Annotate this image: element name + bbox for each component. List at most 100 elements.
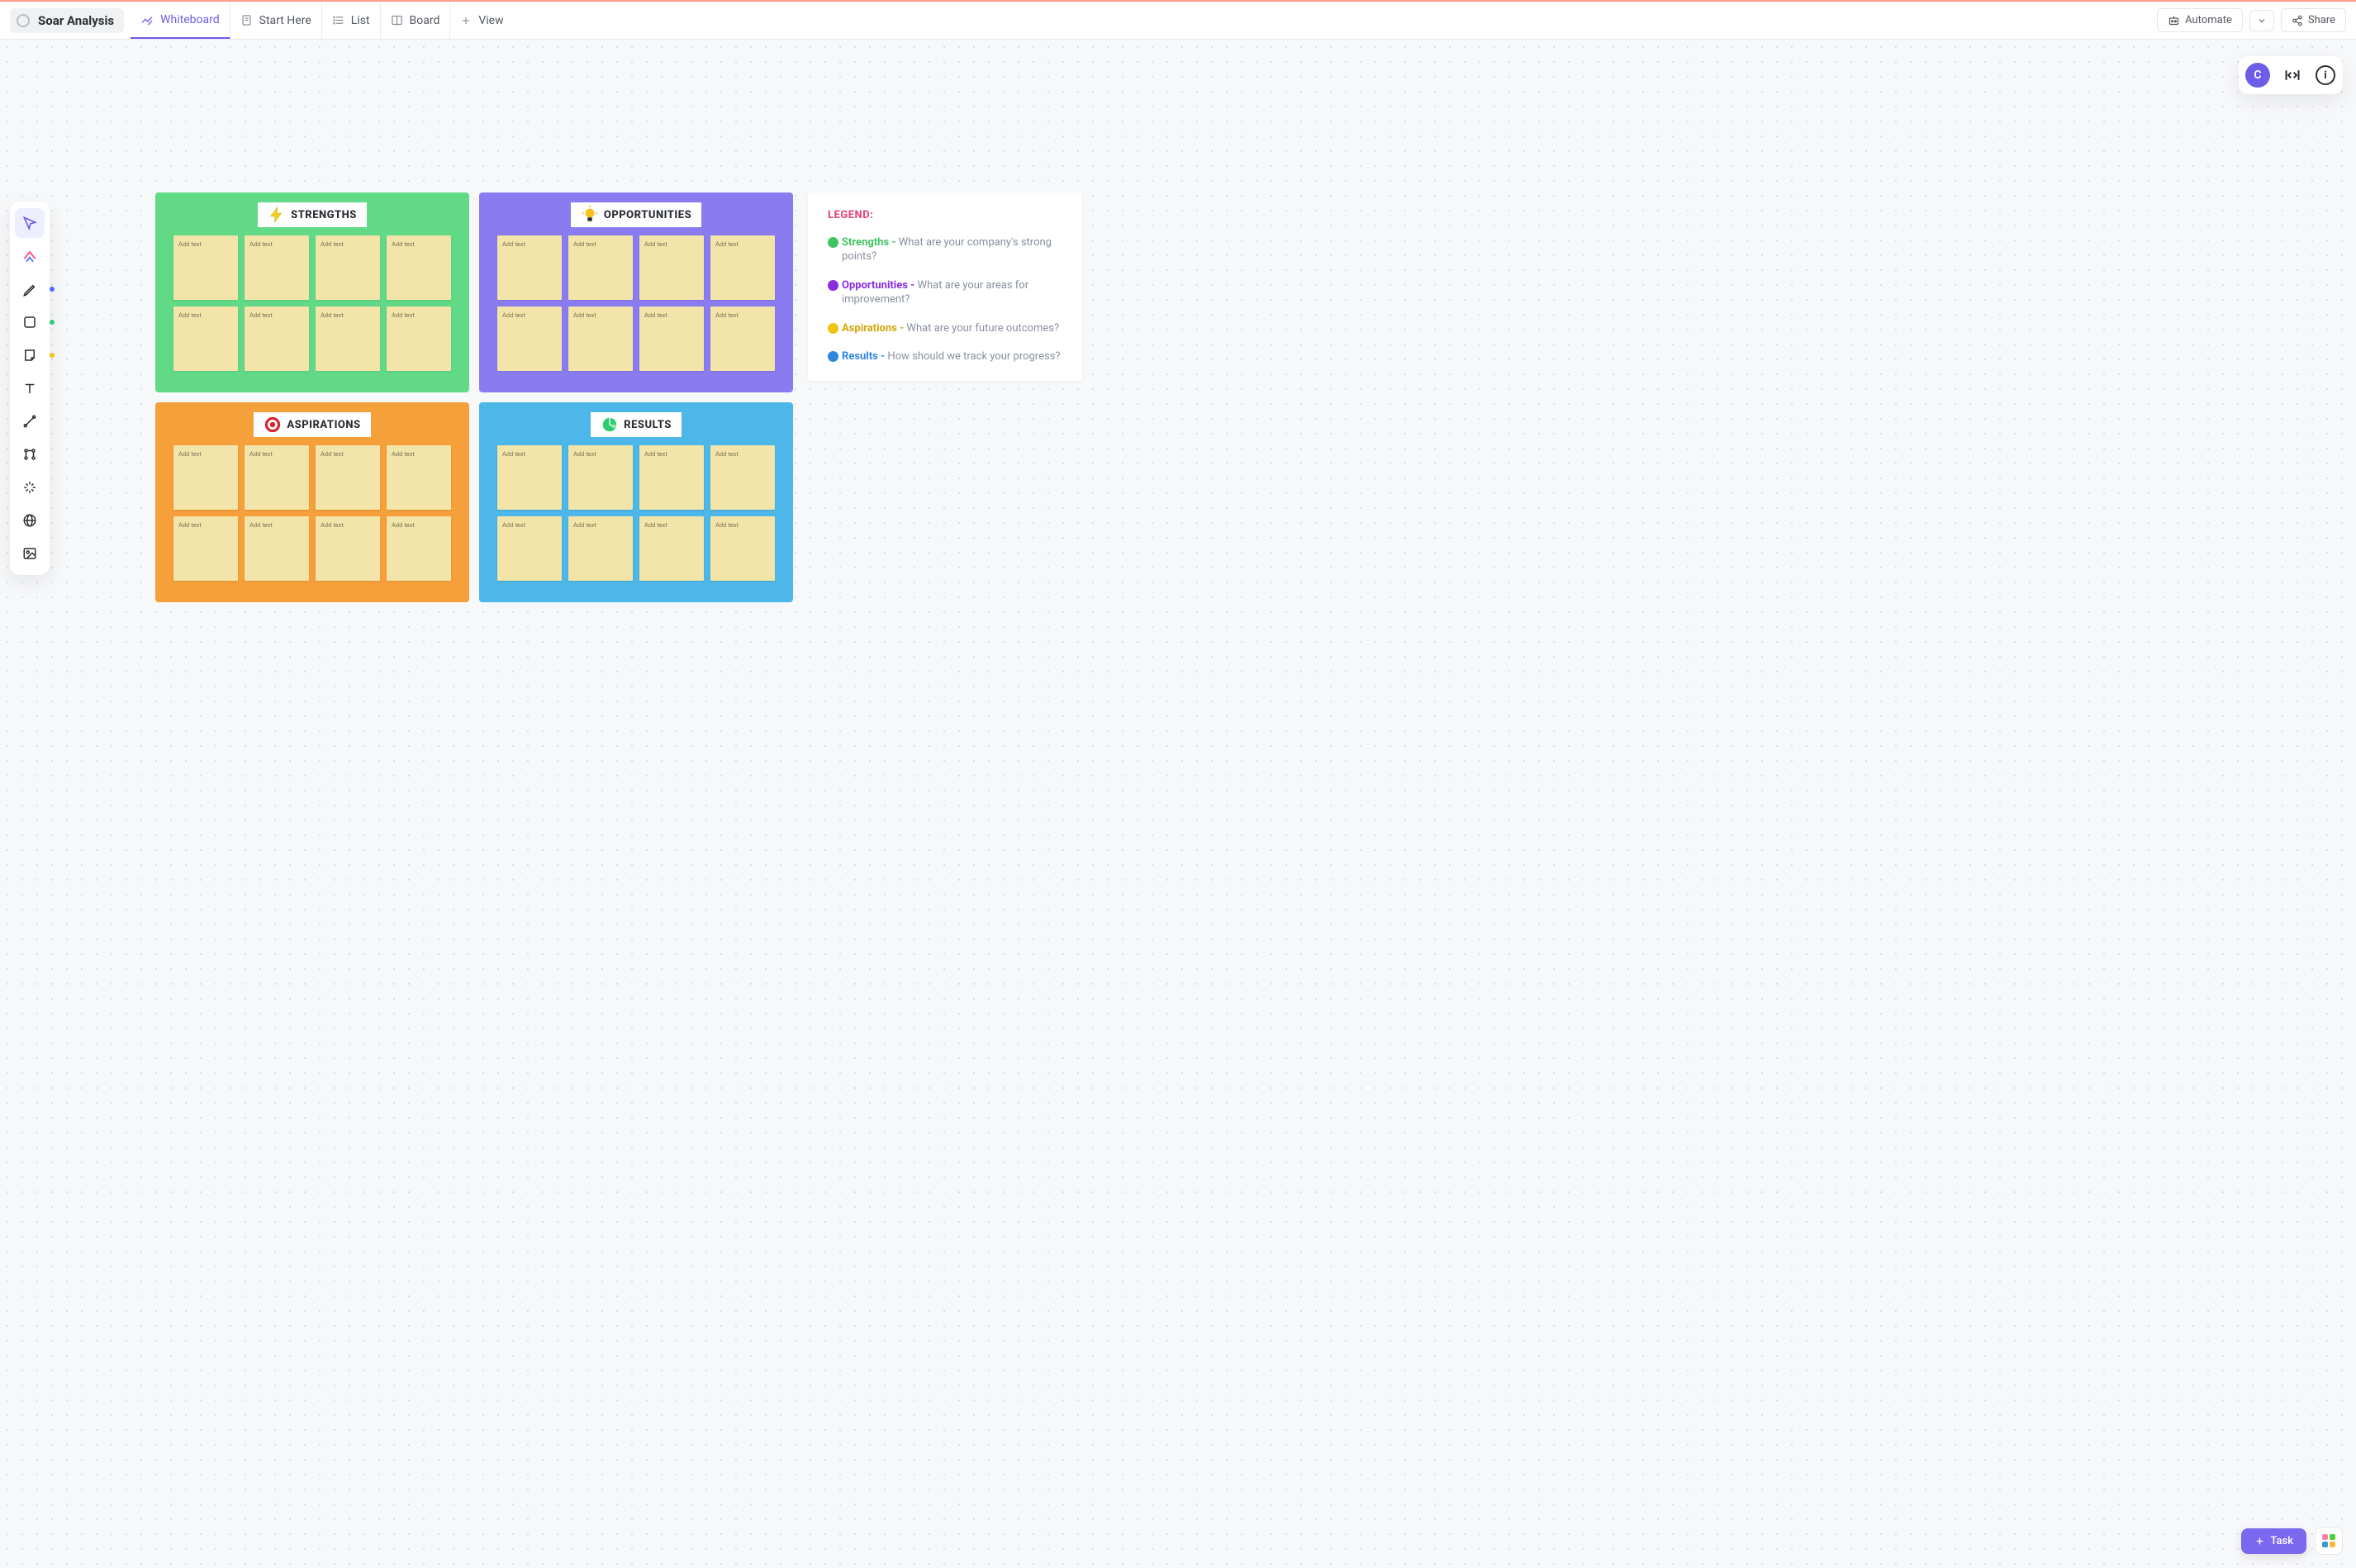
sticky-note[interactable]: Add text <box>639 306 704 371</box>
add-view-button[interactable]: View <box>450 2 513 39</box>
automate-button[interactable]: Automate <box>2157 8 2243 32</box>
automate-dropdown-caret[interactable] <box>2249 10 2274 31</box>
bottom-right-fab-group: Task <box>2241 1527 2343 1555</box>
sticky-note[interactable]: Add text <box>568 516 633 581</box>
legend-dot-icon <box>828 351 838 362</box>
quadrant-title-strengths: STRENGTHS <box>258 202 367 227</box>
sticky-note[interactable]: Add text <box>387 445 451 510</box>
page-status-icon <box>17 14 30 27</box>
sticky-note[interactable]: Add text <box>639 445 704 510</box>
sticky-note[interactable]: Add text <box>568 235 633 300</box>
share-label: Share <box>2308 14 2335 26</box>
sticky-note[interactable]: Add text <box>173 516 238 581</box>
sticky-note[interactable]: Add text <box>387 235 451 300</box>
sticky-note[interactable]: Add text <box>245 306 309 371</box>
doc-icon <box>240 14 253 26</box>
sticky-note[interactable]: Add text <box>316 306 380 371</box>
create-task-label: Task <box>2270 1535 2293 1547</box>
legend-dot-icon <box>828 323 838 334</box>
info-icon: i <box>2316 65 2335 85</box>
pen-color-dot <box>50 287 55 292</box>
relationship-icon <box>22 447 37 462</box>
automate-icon <box>2168 14 2180 26</box>
sticky-note[interactable]: Add text <box>245 445 309 510</box>
sticky-note[interactable]: Add text <box>568 306 633 371</box>
canvas-top-right-controls: C i <box>2239 56 2343 94</box>
legend-title: LEGEND: <box>828 209 1062 221</box>
sticky-note[interactable]: Add text <box>497 235 562 300</box>
sticky-note[interactable]: Add text <box>710 235 775 300</box>
page-title-chip[interactable]: Soar Analysis <box>10 8 124 33</box>
clickup-icon <box>21 248 38 264</box>
connector-tool[interactable] <box>15 406 45 436</box>
text-tool[interactable] <box>15 373 45 403</box>
web-tool[interactable] <box>15 506 45 535</box>
apps-button[interactable] <box>2315 1527 2343 1555</box>
sticky-note[interactable]: Add text <box>387 306 451 371</box>
whiteboard-canvas[interactable]: C i <box>0 40 2356 1568</box>
pen-tool[interactable] <box>15 274 45 304</box>
relationship-tool[interactable] <box>15 440 45 469</box>
sticky-note[interactable]: Add text <box>639 516 704 581</box>
legend-card[interactable]: LEGEND: Strengths - What are your compan… <box>808 192 1082 381</box>
quadrant-opportunities[interactable]: OPPORTUNITIES Add text Add text Add text… <box>479 192 793 392</box>
top-toolbar: Soar Analysis Whiteboard Start Here List… <box>0 0 2356 40</box>
plus-icon <box>2254 1536 2265 1547</box>
list-icon <box>332 14 344 26</box>
add-view-label: View <box>478 14 503 27</box>
sticky-note[interactable]: Add text <box>639 235 704 300</box>
quadrant-aspirations[interactable]: ASPIRATIONS Add text Add text Add text A… <box>155 402 469 602</box>
sticky-note[interactable]: Add text <box>387 516 451 581</box>
sticky-note[interactable]: Add text <box>316 516 380 581</box>
pie-chart-icon <box>601 416 619 434</box>
sticky-note[interactable]: Add text <box>568 445 633 510</box>
legend-dot-icon <box>828 280 838 291</box>
sticky-color-dot <box>50 353 55 358</box>
sticky-note[interactable]: Add text <box>316 445 380 510</box>
shape-color-dot <box>50 320 55 325</box>
text-icon <box>22 381 37 396</box>
sticky-note[interactable]: Add text <box>173 306 238 371</box>
image-tool[interactable] <box>15 539 45 568</box>
sparkle-icon <box>22 480 37 495</box>
tab-list-label: List <box>351 14 370 27</box>
legend-item: Results - How should we track your progr… <box>828 350 1062 364</box>
sticky-note[interactable]: Add text <box>497 306 562 371</box>
avatar[interactable]: C <box>2245 63 2270 88</box>
sticky-note[interactable]: Add text <box>497 516 562 581</box>
select-tool[interactable] <box>15 208 45 238</box>
sticky-note[interactable]: Add text <box>245 516 309 581</box>
share-button[interactable]: Share <box>2281 8 2346 32</box>
globe-icon <box>22 513 37 528</box>
fit-width-button[interactable] <box>2282 64 2303 86</box>
apps-icon <box>2322 1534 2335 1547</box>
soar-board: STRENGTHS Add text Add text Add text Add… <box>155 192 793 602</box>
sticky-note[interactable]: Add text <box>710 445 775 510</box>
fit-width-icon <box>2284 67 2301 83</box>
legend-item: Aspirations - What are your future outco… <box>828 322 1062 336</box>
share-icon <box>2292 15 2303 26</box>
ai-tool[interactable] <box>15 473 45 502</box>
info-button[interactable]: i <box>2315 64 2336 86</box>
shape-tool[interactable] <box>15 307 45 337</box>
create-task-button[interactable]: Task <box>2241 1528 2306 1554</box>
quadrant-title-aspirations: ASPIRATIONS <box>254 412 370 437</box>
quadrant-results[interactable]: RESULTS Add text Add text Add text Add t… <box>479 402 793 602</box>
tab-whiteboard[interactable]: Whiteboard <box>131 2 230 39</box>
clickup-items-tool[interactable] <box>15 241 45 271</box>
tab-list[interactable]: List <box>322 2 381 39</box>
sticky-note-tool[interactable] <box>15 340 45 370</box>
tab-board-label: Board <box>410 14 440 27</box>
sticky-note[interactable]: Add text <box>710 516 775 581</box>
sticky-note[interactable]: Add text <box>316 235 380 300</box>
sticky-note[interactable]: Add text <box>173 235 238 300</box>
tab-board[interactable]: Board <box>381 2 451 39</box>
sticky-note[interactable]: Add text <box>173 445 238 510</box>
sticky-note[interactable]: Add text <box>245 235 309 300</box>
image-icon <box>22 546 37 561</box>
sticky-note[interactable]: Add text <box>497 445 562 510</box>
whiteboard-left-toolbar <box>10 202 50 575</box>
tab-start-here[interactable]: Start Here <box>230 2 322 39</box>
sticky-note[interactable]: Add text <box>710 306 775 371</box>
quadrant-strengths[interactable]: STRENGTHS Add text Add text Add text Add… <box>155 192 469 392</box>
